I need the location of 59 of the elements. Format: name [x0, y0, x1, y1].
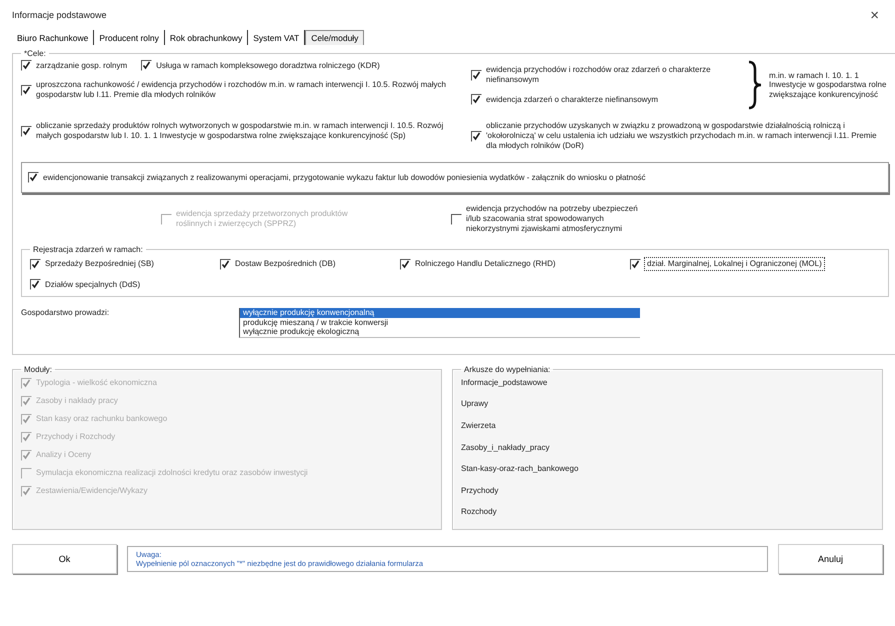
checkbox[interactable] — [220, 258, 231, 270]
checkbox[interactable] — [21, 126, 32, 136]
group-legend: Moduły: — [21, 364, 56, 374]
close-button[interactable]: × — [866, 6, 883, 24]
group-legend: Rejestracja zdarzeń w ramach: — [30, 245, 146, 254]
checkbox[interactable] — [471, 70, 482, 80]
checkbox[interactable] — [451, 214, 462, 224]
checkbox-label: Sprzedaży Bezpośredniej (SB) — [45, 259, 154, 269]
checkbox-label: ewidencjonowanie transakcji związanych z realizowanymi operacjami, przygotowanie wykazu faktur lub dowodów poniesienia wydatków - załącznik do wniosku o płatność — [43, 172, 646, 182]
sheet-name: Rozchody — [461, 507, 498, 518]
checkbox[interactable] — [471, 130, 482, 142]
checkbox-label: Przychody i Rozchody — [36, 432, 116, 442]
checkbox-label: ewidencja przychodów i rozchodów oraz zdarzeń o charakterze niefinansowym — [486, 65, 712, 85]
checkbox[interactable] — [21, 60, 32, 71]
cancel-button[interactable]: Anuluj — [778, 544, 883, 574]
tab[interactable]: Cele/moduły — [305, 30, 364, 45]
checkbox[interactable] — [630, 258, 641, 270]
sheet-name: Zwierzeta — [461, 420, 497, 432]
checkbox[interactable] — [471, 94, 482, 105]
checkbox-label: ewidencja sprzedaży przetworzonych produktów roślinnych i zwierzęcych (SPPRZ) — [176, 209, 349, 229]
checkbox-label: Usługa w ramach kompleksowego doradztwa rolniczego (KDR) — [156, 60, 380, 70]
checkbox[interactable] — [28, 172, 39, 183]
checkbox-label: Działów specjalnych (DdS) — [45, 280, 140, 290]
checkbox-label: Zestawienia/Ewidencje/Wykazy — [36, 486, 148, 496]
checkbox-label: Typologia - wielkość ekonomiczna — [36, 378, 157, 388]
ok-button[interactable]: Ok — [12, 544, 117, 574]
list-option[interactable]: produkcję mieszaną / w trakcie konwersji — [240, 318, 640, 328]
farming-listbox[interactable]: wyłącznie produkcję konwencjonalną produkcję mieszaną / w trakcie konwersji wyłącznie produkcję ekologiczną — [239, 308, 640, 338]
checkbox-label: ewidencja zdarzeń o charakterze niefinansowym — [486, 94, 658, 104]
checkbox-label: zarządzanie gosp. rolnym — [36, 60, 128, 70]
checkbox-label: Symulacja ekonomiczna realizacji zdolności kredytu oraz zasobów inwestycji — [36, 468, 308, 478]
group-legend: *Cele: — [21, 49, 49, 58]
checkbox[interactable] — [30, 279, 41, 290]
sheet-name: Informacje_podstawowe — [461, 378, 548, 389]
checkbox-label: ewidencja przychodów na potrzeby ubezpieczeń i/lub szacowania strat spowodowanych niekorzystnymi zjawiskami atmosferycznymi — [466, 204, 639, 234]
curly-brace-icon — [747, 60, 763, 110]
checkbox[interactable] — [21, 84, 32, 96]
checkbox[interactable] — [400, 258, 411, 270]
checkbox-label: obliczanie sprzedaży produktów rolnych wytworzonych w gospodarstwie m.in. w ramach interwencji I. 10.5. Rozwój małych gospodarstw lub I. 10. 1. 1 Inwestycje w gospodarstwa rolne zwiększające konkurencyjność (Sp) — [36, 121, 444, 141]
checkbox-label: Rolniczego Handlu Detalicznego (RHD) — [415, 259, 556, 269]
group-legend: Arkusze do wypełniania: — [461, 364, 554, 374]
checkbox-label: Dostaw Bezpośrednich (DB) — [235, 259, 336, 269]
checkbox-label: obliczanie przychodów uzyskanych w związku z prowadzoną w gospodarstwie działalnością rolniczą i 'okołorolniczą' w celu ustalenia ich udziału we wszystkich przychodach m.in. w ramach interwencji I.11. Premie dla młodych rolników (DoR) — [486, 121, 878, 151]
list-option[interactable]: wyłącznie produkcję ekologiczną — [240, 327, 640, 337]
checkbox-label: Stan kasy oraz rachunku bankowego — [36, 414, 168, 424]
checkbox-label: Zasoby i nakłady pracy — [36, 396, 118, 406]
sheet-name: Stan-kasy-oraz-rach_bankowego — [461, 464, 580, 476]
checkbox-label: uproszczona rachunkowość / ewidencja przychodów i rozchodów m.in. w ramach interwencji I. 10.5. Rozwój małych gospodarstw lub I.11. Premie dla młodych rolników — [36, 80, 447, 100]
bracket-note: m.in. w ramach I. 10. 1. 1 Inwestycje w gospodarstwa rolne zwiększające konkurencyjność — [769, 70, 888, 100]
sheet-name: Zasoby_i_nakłady_pracy — [461, 442, 550, 454]
checkbox-label: dział. Marginalnej, Lokalnej i Ograniczonej (MOL) — [645, 258, 824, 270]
checkbox[interactable] — [30, 258, 41, 270]
list-option[interactable]: wyłącznie produkcję konwencjonalną — [240, 308, 640, 318]
window-title: Informacje podstawowe — [12, 10, 107, 20]
sheet-name: Uprawy — [461, 399, 490, 410]
sheet-name: Przychody — [461, 486, 500, 497]
checkbox-label: Analizy i Oceny — [36, 450, 92, 460]
checkbox[interactable] — [141, 60, 152, 71]
field-label: Gospodarstwo prowadzi: — [21, 308, 110, 317]
